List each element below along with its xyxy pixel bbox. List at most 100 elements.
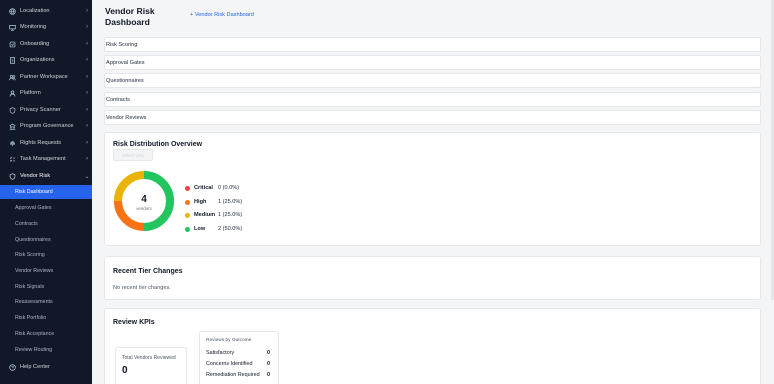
sidebar: Localization › Monitoring › Onboarding ›… xyxy=(0,0,92,384)
sidebar-item-label: Partner Workspace xyxy=(20,74,68,80)
medium-dot xyxy=(185,212,190,218)
section-risk-scoring[interactable]: Risk Scoring xyxy=(104,37,761,52)
outcome-row: Remediation Required 0 xyxy=(206,372,270,380)
section-questionnaires[interactable]: Questionnaires xyxy=(104,73,761,88)
section-approval-gates[interactable]: Approval Gates xyxy=(104,55,761,70)
chevron-right-icon: › xyxy=(86,90,88,96)
sidebar-item-monitoring[interactable]: Monitoring › xyxy=(0,20,92,34)
outcome-value: 0 xyxy=(267,372,270,378)
empty-state-text: No recent tier changes. xyxy=(113,285,171,291)
building-icon xyxy=(8,56,16,64)
critical-dot xyxy=(185,185,190,191)
chevron-right-icon: › xyxy=(86,123,88,129)
sidebar-item-organizations[interactable]: Organizations › xyxy=(0,53,92,67)
help-icon xyxy=(8,363,16,371)
shield-icon xyxy=(8,172,16,180)
sidebar-item-label: Organizations xyxy=(20,57,55,63)
sidebar-subitem-risk-acceptance[interactable]: Risk Acceptance xyxy=(0,327,92,341)
legend-value: 0 (0.0%) xyxy=(218,185,240,191)
section-contracts[interactable]: Contracts xyxy=(104,92,761,107)
low-dot xyxy=(185,226,190,232)
legend-label: Low xyxy=(194,226,206,232)
kpi-value: 0 xyxy=(122,365,128,376)
outcome-value: 0 xyxy=(267,361,270,367)
outcome-label: Concerns Identified xyxy=(206,361,253,367)
outcome-row: Concerns Identified 0 xyxy=(206,361,270,369)
sidebar-item-platform[interactable]: Platform › xyxy=(0,86,92,100)
sidebar-item-label: Privacy Scanner xyxy=(20,107,61,113)
review-kpis-title: Review KPIs xyxy=(113,319,155,326)
outcome-title: Reviews by Outcome xyxy=(206,338,252,343)
add-dashboard-link[interactable]: + Vendor Risk Dashboard xyxy=(190,12,254,18)
outcome-value: 0 xyxy=(267,350,270,356)
recent-tier-changes-card: Recent Tier Changes No recent tier chang… xyxy=(104,256,761,300)
chevron-right-icon: › xyxy=(86,41,88,47)
scan-icon xyxy=(8,106,16,114)
view-select[interactable]: Select view xyxy=(113,149,153,161)
legend-label: High xyxy=(194,199,207,205)
outcome-label: Satisfactory xyxy=(206,350,235,356)
sidebar-subitem-risk-scoring[interactable]: Risk Scoring xyxy=(0,248,92,262)
chevron-right-icon: › xyxy=(86,24,88,30)
reviews-by-outcome-box: Reviews by Outcome Satisfactory 0 Concer… xyxy=(199,331,279,384)
sidebar-item-program-governance[interactable]: Program Governance › xyxy=(0,119,92,133)
chevron-right-icon: › xyxy=(86,107,88,113)
donut-total: 4 xyxy=(141,194,147,205)
recent-tier-changes-title: Recent Tier Changes xyxy=(113,268,183,275)
sidebar-item-localization[interactable]: Localization › xyxy=(0,4,92,18)
governance-icon xyxy=(8,122,16,130)
section-vendor-reviews[interactable]: Vendor Reviews xyxy=(104,110,761,125)
donut-total-label: vendors xyxy=(136,206,152,211)
sidebar-subitem-approval-gates[interactable]: Approval Gates xyxy=(0,201,92,215)
legend-value: 1 (25.0%) xyxy=(218,212,243,218)
sidebar-subitem-review-routing[interactable]: Review Routing xyxy=(0,343,92,357)
chevron-right-icon: › xyxy=(86,57,88,63)
sidebar-subitem-contracts[interactable]: Contracts xyxy=(0,217,92,231)
legend-high: High 1 (25.0%) xyxy=(185,198,242,206)
sidebar-item-onboarding[interactable]: Onboarding › xyxy=(0,37,92,51)
sidebar-item-vendor-risk[interactable]: Vendor Risk ⌄ xyxy=(0,169,92,183)
chevron-right-icon: › xyxy=(86,74,88,80)
outcome-label: Remediation Required xyxy=(206,372,260,378)
sidebar-subitem-questionnaires[interactable]: Questionnaires xyxy=(0,233,92,247)
high-dot xyxy=(185,199,190,205)
legend-value: 2 (50.0%) xyxy=(218,226,243,232)
legend-label: Medium xyxy=(194,212,216,218)
outcome-row: Satisfactory 0 xyxy=(206,350,270,358)
sidebar-item-label: Onboarding xyxy=(20,41,50,47)
review-kpis-card: Review KPIs Total Vendors Reviewed 0 Rev… xyxy=(104,308,761,384)
legend-medium: Medium 1 (25.0%) xyxy=(185,211,242,219)
sidebar-item-label: Help Center xyxy=(20,364,50,370)
sidebar-subitem-vendor-reviews[interactable]: Vendor Reviews xyxy=(0,264,92,278)
sidebar-subitem-risk-portfolio[interactable]: Risk Portfolio xyxy=(0,311,92,325)
main-content: Vendor Risk Dashboard + Vendor Risk Dash… xyxy=(92,0,774,384)
users-icon xyxy=(8,73,16,81)
kpi-label: Total Vendors Reviewed xyxy=(122,355,176,361)
sidebar-item-label: Rights Requests xyxy=(20,140,62,146)
tasks-icon xyxy=(8,155,16,163)
legend-low: Low 2 (50.0%) xyxy=(185,225,242,233)
chevron-right-icon: › xyxy=(86,140,88,146)
sidebar-item-label: Task Management xyxy=(20,156,66,162)
sidebar-item-label: Vendor Risk xyxy=(20,173,51,179)
sidebar-item-partner-workspace[interactable]: Partner Workspace › xyxy=(0,70,92,84)
sidebar-subitem-reassessments[interactable]: Reassessments xyxy=(0,295,92,309)
sidebar-subitem-risk-signals[interactable]: Risk Signals xyxy=(0,280,92,294)
chevron-right-icon: › xyxy=(86,8,88,14)
user-icon xyxy=(8,89,16,97)
onboarding-icon xyxy=(8,40,16,48)
legend-label: Critical xyxy=(194,185,213,191)
risk-distribution-card: Risk Distribution Overview Select view 4… xyxy=(104,132,761,246)
total-reviewed-box: Total Vendors Reviewed 0 xyxy=(115,347,187,384)
sidebar-item-label: Program Governance xyxy=(20,123,74,129)
sidebar-item-task-management[interactable]: Task Management › xyxy=(0,152,92,166)
chevron-down-icon: ⌄ xyxy=(84,173,90,180)
sidebar-item-privacy-scanner[interactable]: Privacy Scanner › xyxy=(0,103,92,117)
sidebar-item-label: Monitoring xyxy=(20,24,47,30)
sidebar-item-rights-requests[interactable]: Rights Requests › xyxy=(0,136,92,150)
monitor-icon xyxy=(8,23,16,31)
sidebar-subitem-risk-dashboard[interactable]: Risk Dashboard xyxy=(0,185,92,199)
chevron-right-icon: › xyxy=(86,156,88,162)
sidebar-item-help-center[interactable]: Help Center xyxy=(0,360,92,374)
globe-icon xyxy=(8,7,16,15)
